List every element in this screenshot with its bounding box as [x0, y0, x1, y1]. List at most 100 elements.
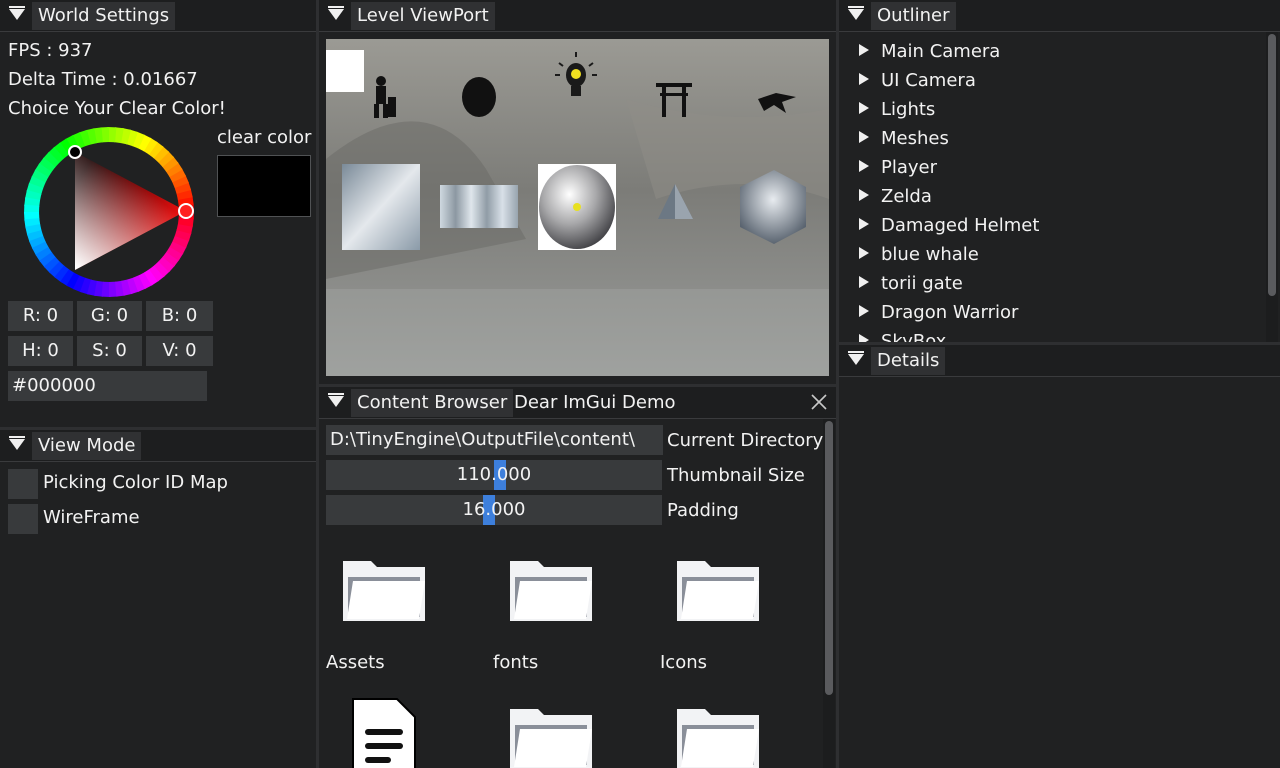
tab-details[interactable]: Details [871, 347, 946, 375]
expand-arrow-icon[interactable] [859, 44, 869, 56]
mesh-bars[interactable] [440, 185, 518, 228]
helmet-silhouette[interactable] [462, 77, 496, 117]
expand-arrow-icon[interactable] [859, 131, 869, 143]
content-browser-panel: Content Browser Dear ImGui Demo D:\TinyE… [319, 387, 836, 768]
tab-view-mode[interactable]: View Mode [32, 432, 142, 460]
v-field[interactable]: V: 0 [146, 336, 213, 366]
details-panel: Details [839, 345, 1280, 768]
viewport-scene[interactable] [326, 39, 829, 376]
collapse-icon[interactable] [328, 393, 344, 407]
r-field[interactable]: R: 0 [8, 301, 73, 331]
outliner-item-label: Damaged Helmet [881, 215, 1040, 236]
collapse-icon[interactable] [9, 436, 25, 450]
scrollbar-track[interactable] [823, 419, 835, 768]
tab-content-browser[interactable]: Content Browser [351, 389, 514, 417]
wireframe-label[interactable]: WireFrame [43, 507, 140, 528]
fps-text: FPS : 937 [8, 40, 93, 61]
collapse-icon[interactable] [848, 6, 864, 20]
outliner-item[interactable]: Lights [859, 95, 935, 124]
expand-arrow-icon[interactable] [859, 247, 869, 259]
clear-color-label: clear color [217, 127, 312, 148]
s-field[interactable]: S: 0 [77, 336, 142, 366]
view-mode-header: View Mode [0, 430, 316, 462]
picking-color-checkbox[interactable] [8, 469, 38, 499]
expand-arrow-icon[interactable] [859, 102, 869, 114]
folder-icon[interactable] [341, 555, 427, 625]
outliner-item-label: UI Camera [881, 70, 976, 91]
expand-arrow-icon[interactable] [859, 305, 869, 317]
g-field[interactable]: G: 0 [77, 301, 142, 331]
padding-value: 16.000 [462, 499, 526, 520]
outliner-item[interactable]: Player [859, 153, 937, 182]
tab-world-settings[interactable]: World Settings [32, 2, 176, 30]
padding-label: Padding [667, 500, 739, 521]
hue-handle[interactable] [178, 203, 194, 219]
sv-handle[interactable] [68, 145, 82, 159]
outliner-item-label: Lights [881, 99, 936, 120]
scrollbar-track[interactable] [1266, 32, 1278, 342]
scrollbar-thumb[interactable] [1268, 34, 1276, 296]
world-settings-header: World Settings [0, 0, 316, 32]
delta-time-text: Delta Time : 0.01667 [8, 69, 198, 90]
collapse-icon[interactable] [848, 351, 864, 365]
details-header: Details [839, 345, 1280, 377]
outliner-item[interactable]: Dragon Warrior [859, 298, 1018, 327]
hex-input[interactable]: #000000 [8, 371, 207, 401]
outliner-item[interactable]: Zelda [859, 182, 932, 211]
directory-label: Current Directory [667, 430, 824, 451]
h-field[interactable]: H: 0 [8, 336, 73, 366]
outliner-panel: Outliner Main Camera UI Camera Lights Meshe… [839, 0, 1280, 342]
padding-slider[interactable]: 16.000 [326, 495, 662, 525]
folder-label-fonts[interactable]: fonts [493, 652, 538, 673]
tab-dear-imgui-demo[interactable]: Dear ImGui Demo [508, 389, 682, 417]
file-icon[interactable] [349, 695, 419, 768]
outliner-item[interactable]: SkyBox [859, 327, 946, 342]
outliner-item[interactable]: Meshes [859, 124, 949, 153]
thumbnail-size-slider[interactable]: 110.000 [326, 460, 662, 490]
picking-color-label[interactable]: Picking Color ID Map [43, 472, 228, 493]
outliner-item[interactable]: blue whale [859, 240, 979, 269]
expand-arrow-icon[interactable] [859, 73, 869, 85]
outliner-item-label: Dragon Warrior [881, 302, 1019, 323]
directory-input[interactable]: D:\TinyEngine\OutputFile\content\ [326, 425, 663, 455]
expand-arrow-icon[interactable] [859, 334, 869, 342]
b-field[interactable]: B: 0 [146, 301, 213, 331]
tab-level-viewport[interactable]: Level ViewPort [351, 2, 495, 30]
folder-icon[interactable] [675, 703, 761, 768]
outliner-header: Outliner [839, 0, 1280, 32]
collapse-icon[interactable] [328, 6, 344, 20]
folder-label-assets[interactable]: Assets [326, 652, 385, 673]
view-mode-panel: View Mode Picking Color ID Map WireFrame [0, 430, 316, 768]
thumbnail-size-value: 110.000 [456, 464, 532, 485]
outliner-item-label: SkyBox [881, 331, 947, 342]
outliner-item-label: Meshes [881, 128, 949, 149]
close-icon[interactable] [810, 393, 828, 411]
color-wheel[interactable] [20, 124, 198, 300]
white-square[interactable] [326, 50, 364, 92]
folder-icon[interactable] [675, 555, 761, 625]
expand-arrow-icon[interactable] [859, 160, 869, 172]
folder-label-icons[interactable]: Icons [660, 652, 707, 673]
expand-arrow-icon[interactable] [859, 189, 869, 201]
expand-arrow-icon[interactable] [859, 218, 869, 230]
clear-color-swatch[interactable] [217, 155, 311, 217]
outliner-item-label: torii gate [881, 273, 963, 294]
wireframe-checkbox[interactable] [8, 504, 38, 534]
outliner-item[interactable]: torii gate [859, 269, 963, 298]
world-settings-panel: World Settings FPS : 937 Delta Time : 0.… [0, 0, 316, 428]
outliner-item[interactable]: Main Camera [859, 37, 1000, 66]
scrollbar-thumb[interactable] [825, 421, 833, 695]
collapse-icon[interactable] [9, 6, 25, 20]
folder-icon[interactable] [508, 703, 594, 768]
mesh-cube-flat[interactable] [342, 164, 420, 250]
outliner-item-label: Player [881, 157, 938, 178]
folder-icon[interactable] [508, 555, 594, 625]
expand-arrow-icon[interactable] [859, 276, 869, 288]
thumbnail-size-label: Thumbnail Size [667, 465, 805, 486]
tab-outliner[interactable]: Outliner [871, 2, 956, 30]
outliner-item[interactable]: Damaged Helmet [859, 211, 1039, 240]
outliner-item-label: blue whale [881, 244, 979, 265]
outliner-item[interactable]: UI Camera [859, 66, 976, 95]
content-browser-header: Content Browser Dear ImGui Demo [319, 387, 836, 419]
outliner-item-label: Zelda [881, 186, 932, 207]
